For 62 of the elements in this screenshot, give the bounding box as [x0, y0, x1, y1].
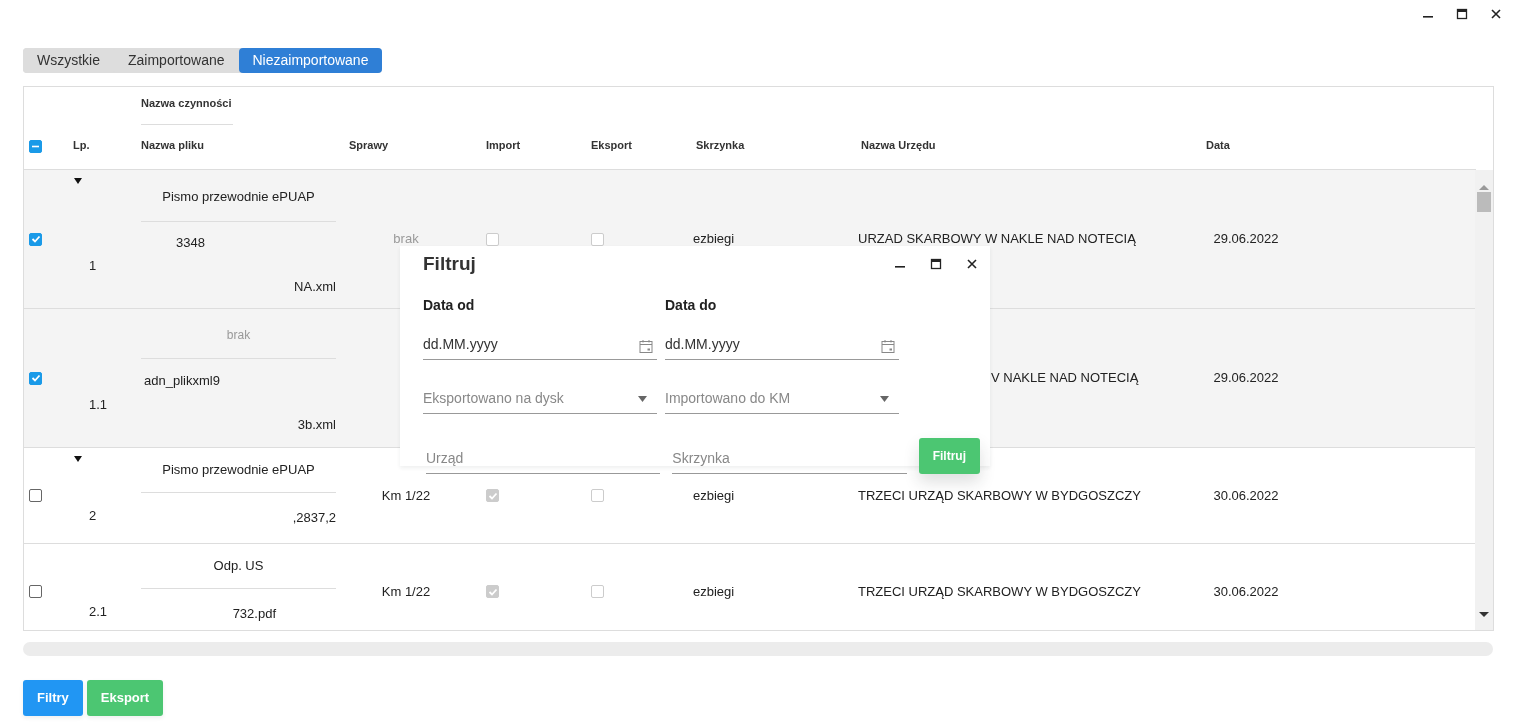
- column-header[interactable]: Skrzynka: [696, 136, 745, 153]
- vertical-scrollbar[interactable]: [1475, 170, 1493, 630]
- dialog-title: Filtruj: [423, 252, 476, 276]
- column-header[interactable]: Nazwa czynności: [141, 89, 233, 125]
- date: 29.06.2022: [1213, 230, 1279, 249]
- activity-name: Pismo przewodnie ePUAP: [141, 170, 336, 222]
- column-header[interactable]: Nazwa pliku: [141, 136, 204, 153]
- file-name: ,2837,2: [291, 509, 336, 527]
- checkbox[interactable]: [29, 232, 42, 246]
- office-name: V NAKLE NAD NOTECIĄ: [991, 369, 1139, 388]
- mailbox-name: ezbiegi: [693, 230, 735, 249]
- maximize-icon[interactable]: [1454, 6, 1470, 22]
- input-field[interactable]: dd.MM.yyyy: [665, 329, 899, 360]
- calendar-icon[interactable]: [881, 338, 895, 354]
- checkbox[interactable]: [29, 585, 42, 598]
- activity-name: Pismo przewodnie ePUAP: [141, 448, 336, 493]
- field-label: Data do: [665, 295, 718, 315]
- column-header[interactable]: Data: [1206, 136, 1230, 153]
- row-number: 2.1: [89, 602, 108, 621]
- dropdown-arrow-icon[interactable]: [638, 395, 647, 402]
- office-name: URZAD SKARBOWY W NAKLE NAD NOTECIĄ: [858, 230, 1136, 249]
- checkbox[interactable]: [29, 489, 42, 502]
- file-name: 3b.xml: [296, 416, 336, 435]
- activity-name: brak: [141, 309, 336, 359]
- date: 29.06.2022: [1213, 369, 1279, 388]
- file-name: adn_plikxml9: [143, 372, 221, 391]
- checkmark-icon: [30, 373, 41, 383]
- tab[interactable]: Niezaimportowane: [238, 48, 383, 73]
- checkbox[interactable]: [29, 371, 42, 385]
- mailbox-name: ezbiegi: [693, 486, 735, 505]
- dropdown[interactable]: Importowano do KM: [665, 383, 899, 414]
- column-header[interactable]: Eksport: [591, 136, 632, 153]
- column-header[interactable]: Nazwa Urzędu: [861, 136, 936, 153]
- case-number: Km 1/22: [381, 582, 431, 601]
- caret-icon[interactable]: [74, 455, 82, 462]
- checkmark-icon: [30, 234, 41, 244]
- field-label: Data od: [423, 295, 476, 315]
- column-header[interactable]: Import: [486, 136, 521, 153]
- row-number: 2: [89, 506, 97, 525]
- file-name: 3348: [175, 234, 206, 253]
- file-name: 732.pdf: [231, 605, 277, 623]
- case-number: brak: [393, 230, 419, 249]
- activity-name: Odp. US: [141, 544, 336, 589]
- date: 30.06.2022: [1213, 582, 1279, 601]
- row-number: 1.1: [89, 396, 108, 415]
- mailbox-name: ezbiegi: [693, 582, 735, 601]
- date: 30.06.2022: [1213, 486, 1279, 505]
- checkbox[interactable]: [29, 140, 42, 153]
- dropdown[interactable]: Eksportowano na dysk: [423, 383, 657, 414]
- calendar-icon[interactable]: [639, 338, 653, 354]
- office-name: TRZECI URZĄD SKARBOWY W BYDGOSZCZY: [858, 582, 1141, 601]
- office-name: TRZECI URZĄD SKARBOWY W BYDGOSZCZY: [858, 486, 1141, 505]
- file-name: NA.xml: [293, 277, 336, 296]
- case-number: Km 1/22: [381, 486, 431, 505]
- input-field[interactable]: dd.MM.yyyy: [423, 329, 657, 360]
- caret-icon[interactable]: [74, 177, 82, 184]
- row-number: 1: [89, 257, 97, 276]
- input-field[interactable]: Skrzynka: [672, 443, 907, 474]
- column-header[interactable]: Lp.: [73, 136, 90, 153]
- column-header[interactable]: Sprawy: [349, 136, 389, 153]
- input-field[interactable]: Urząd: [426, 443, 661, 474]
- dropdown-arrow-icon[interactable]: [880, 395, 889, 402]
